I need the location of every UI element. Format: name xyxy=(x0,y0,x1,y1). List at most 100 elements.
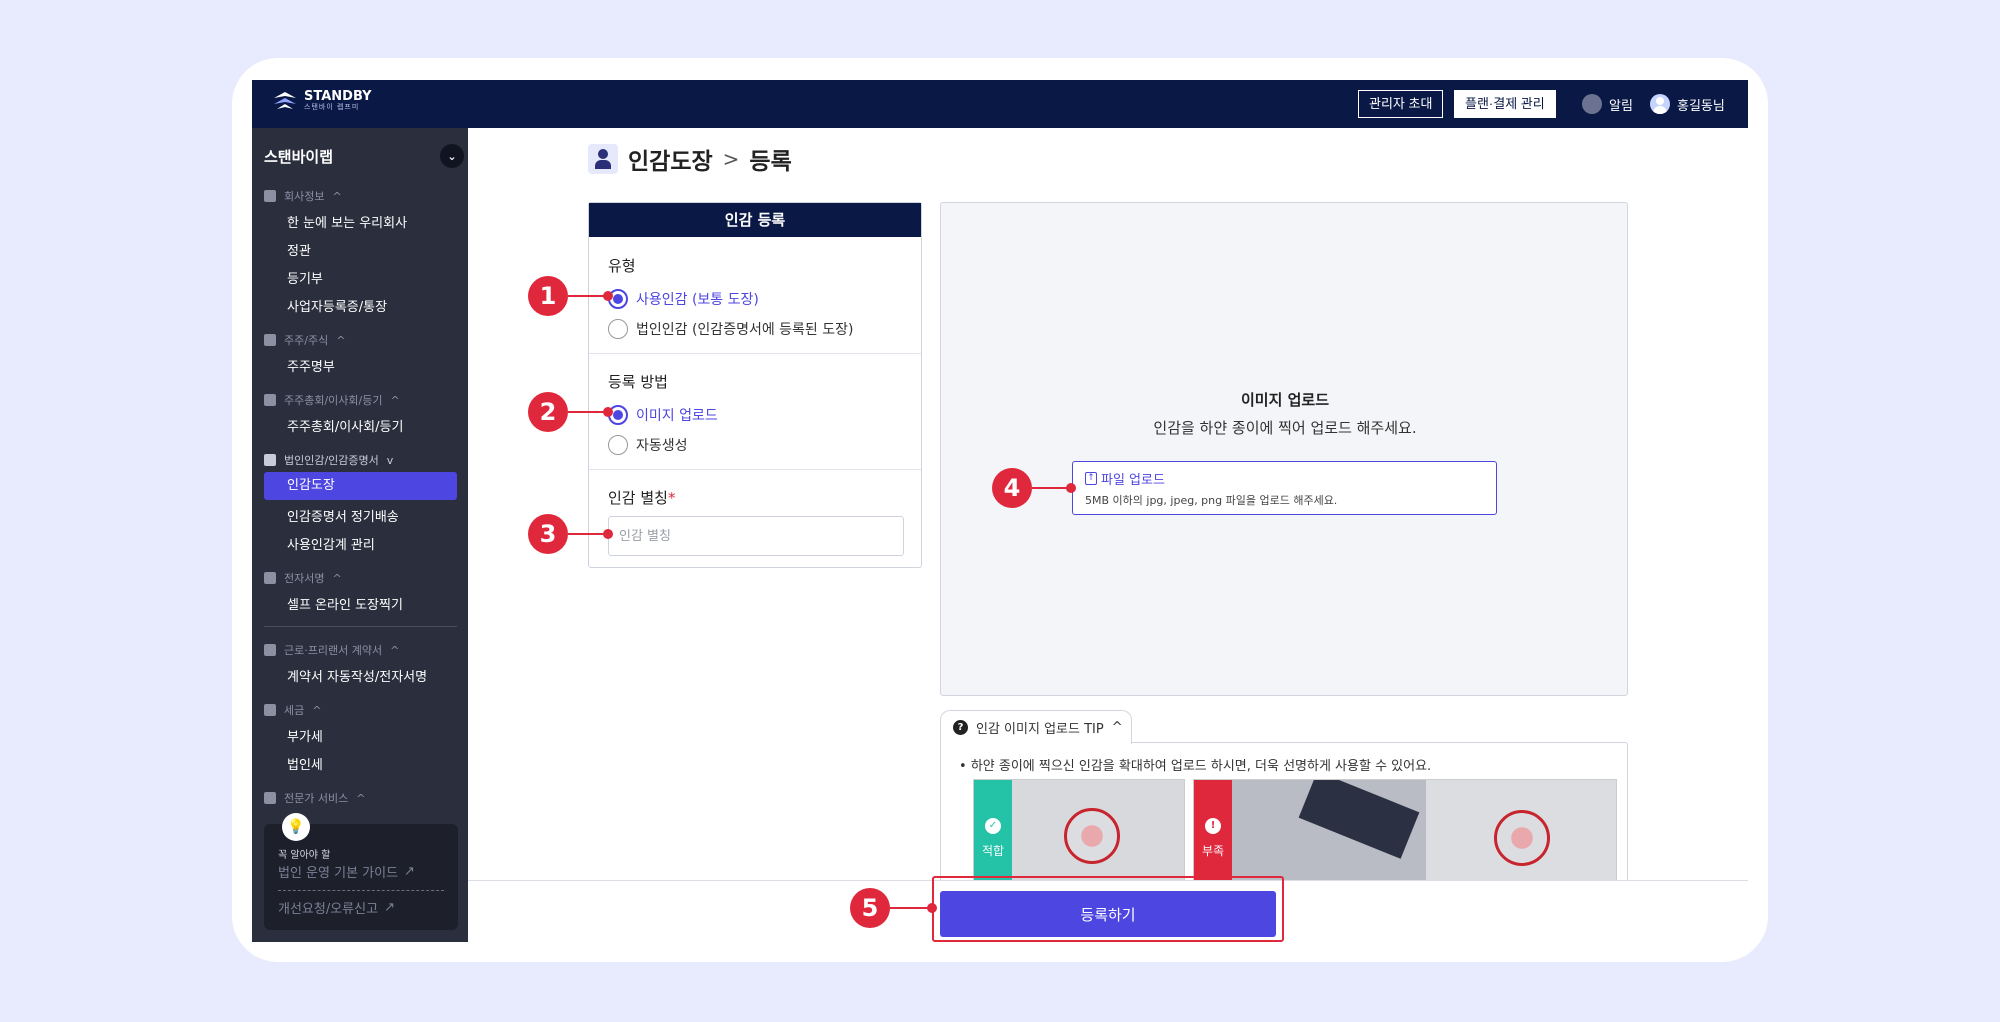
radio-usage-seal[interactable]: 사용인감 (보통 도장) xyxy=(608,284,923,314)
radio-auto-generate[interactable]: 자동생성 xyxy=(608,430,923,460)
sidebar-item-business-license[interactable]: 사업자등록증/통장 xyxy=(287,296,387,315)
annotation-badge-2: 2 xyxy=(528,392,568,432)
annotation-badge-1: 1 xyxy=(528,276,568,316)
sidebar-item-seal[interactable]: 인감도장 xyxy=(264,472,457,500)
alias-title-text: 인감 별칭 xyxy=(608,489,668,507)
upload-icon: ↑ xyxy=(1085,472,1097,485)
fieldset-divider xyxy=(589,353,921,354)
method-title: 등록 방법 xyxy=(608,373,668,391)
pen-icon xyxy=(264,572,276,584)
alert-icon: ! xyxy=(1205,818,1221,834)
file-upload-dropzone[interactable]: ↑ 파일 업로드 5MB 이하의 jpg, jpeg, png 파일을 업로드 해… xyxy=(1072,461,1497,515)
sidebar-section-meetings[interactable]: 주주총회/이사회/등기 ^ xyxy=(264,392,400,408)
app-screen: STANDBY 스탠바이 렙프미 관리자 초대 플랜·결제 관리 알림 홍길동님… xyxy=(252,80,1748,942)
user-menu[interactable]: 홍길동님 xyxy=(1650,92,1725,116)
expert-icon xyxy=(264,792,276,804)
chevron-up-icon: ^ xyxy=(312,703,322,717)
upload-title: 이미지 업로드 xyxy=(1240,391,1330,409)
sidebar-item-vat[interactable]: 부가세 xyxy=(287,726,323,745)
feedback-link[interactable]: 개선요청/오류신고 ↗ xyxy=(278,898,395,917)
invite-admin-button[interactable]: 관리자 초대 xyxy=(1358,90,1444,118)
check-icon: ✓ xyxy=(985,818,1001,834)
feedback-link-label: 개선요청/오류신고 xyxy=(278,902,379,917)
section-title: 법인인감/인감증명서 xyxy=(284,454,379,467)
radio-corporate-seal[interactable]: 법인인감 (인감증명서에 등록된 도장) xyxy=(608,314,923,344)
sidebar-section-expert[interactable]: 전문가 서비스 ^ xyxy=(264,790,365,806)
chevron-up-icon: ^ xyxy=(332,571,342,585)
fieldset-divider xyxy=(589,469,921,470)
sidebar-divider xyxy=(264,626,457,627)
brand-logo[interactable]: STANDBY 스탠바이 렙프미 xyxy=(272,90,372,112)
upload-subtitle: 인감을 하얀 종이에 찍어 업로드 해주세요. xyxy=(1153,419,1417,437)
annotation-dot xyxy=(603,291,613,301)
seal-registration-form: 인감 등록 유형 사용인감 (보통 도장) 법인인감 (인감증명서에 등록된 도… xyxy=(588,202,922,568)
sidebar-item-articles[interactable]: 정관 xyxy=(287,240,311,259)
external-link-icon: ↗ xyxy=(384,900,395,915)
annotation-line xyxy=(890,907,932,909)
sidebar-item-contracts[interactable]: 계약서 자동작성/전자서명 xyxy=(287,666,427,685)
file-upload-link[interactable]: ↑ 파일 업로드 xyxy=(1085,469,1165,488)
sidebar-item-self-stamp[interactable]: 셀프 온라인 도장찍기 xyxy=(287,594,403,613)
form-header: 인감 등록 xyxy=(589,203,921,237)
sidebar-item-registry[interactable]: 등기부 xyxy=(287,268,323,287)
sidebar-section-company[interactable]: 회사정보 ^ xyxy=(264,188,342,204)
chevron-up-icon: ^ xyxy=(356,791,366,805)
annotation-badge-4: 4 xyxy=(992,468,1032,508)
sidebar-item-seal-usage[interactable]: 사용인감계 관리 xyxy=(287,534,375,553)
section-title: 전자서명 xyxy=(284,572,325,585)
bad-example-image: ! 부족 xyxy=(1193,779,1617,889)
org-switcher[interactable]: 스탠바이랩 ⌄ xyxy=(264,142,464,170)
chevron-up-icon: ^ xyxy=(390,643,400,657)
grid-icon xyxy=(264,394,276,406)
annotation-line xyxy=(568,295,608,297)
guide-link-label: 법인 운영 기본 가이드 xyxy=(278,866,399,881)
chevron-down-icon[interactable]: ⌄ xyxy=(440,144,464,168)
required-mark: * xyxy=(667,489,676,507)
stamp-seal-image xyxy=(1494,810,1550,866)
plan-billing-button[interactable]: 플랜·결제 관리 xyxy=(1454,90,1556,118)
question-icon: ? xyxy=(953,720,968,735)
section-title: 주주총회/이사회/등기 xyxy=(284,394,383,407)
annotation-dot xyxy=(603,529,613,539)
alias-title: 인감 별칭* xyxy=(608,487,923,508)
external-link-icon: ↗ xyxy=(404,864,415,879)
chevron-up-icon: ^ xyxy=(390,393,400,407)
sidebar-item-shareholder-registry[interactable]: 주주명부 xyxy=(287,356,335,375)
breadcrumb-parent[interactable]: 인감도장 xyxy=(628,142,713,176)
page-title: 등록 xyxy=(749,149,792,175)
seal-alias-input[interactable] xyxy=(608,516,904,556)
sidebar-item-corporate-tax[interactable]: 법인세 xyxy=(287,754,323,773)
sidebar-section-shareholders[interactable]: 주주/주식 ^ xyxy=(264,332,345,348)
radio-image-upload[interactable]: 이미지 업로드 xyxy=(608,400,923,430)
bar-chart-icon xyxy=(264,334,276,346)
section-title: 주주/주식 xyxy=(284,334,329,347)
radio-label: 사용인감 (보통 도장) xyxy=(636,292,759,308)
sidebar-item-seal-certificate-delivery[interactable]: 인감증명서 정기배송 xyxy=(287,506,399,525)
radio-unselected-icon[interactable] xyxy=(608,319,628,339)
section-title: 세금 xyxy=(284,704,305,717)
sidebar-section-tax[interactable]: 세금 ^ xyxy=(264,702,321,718)
sidebar-section-contracts[interactable]: 근로·프리랜서 계약서 ^ xyxy=(264,642,399,658)
sidebar-section-seal[interactable]: 법인인감/인감증명서 v xyxy=(264,452,393,468)
corporate-guide-link[interactable]: 법인 운영 기본 가이드 ↗ xyxy=(278,862,415,881)
org-name: 스탠바이랩 xyxy=(264,147,334,166)
notifications-button[interactable]: 알림 xyxy=(1582,92,1633,116)
sidebar-item-company-overview[interactable]: 한 눈에 보는 우리회사 xyxy=(287,212,407,231)
upload-tip-toggle[interactable]: ? 인감 이미지 업로드 TIP ^ xyxy=(940,710,1132,744)
tax-icon xyxy=(264,704,276,716)
tip-tab-label: 인감 이미지 업로드 TIP xyxy=(976,722,1104,737)
sidebar-section-esign[interactable]: 전자서명 ^ xyxy=(264,570,342,586)
annotation-dot xyxy=(1066,483,1076,493)
guide-caption: 꼭 알아야 할 xyxy=(278,850,331,861)
breadcrumb: 인감도장 > 등록 xyxy=(588,142,792,176)
stamp-seal-image xyxy=(1064,808,1120,864)
sidebar-item-meetings[interactable]: 주주총회/이사회/등기 xyxy=(287,416,403,435)
tip-text: • 하얀 종이에 찍으신 인감을 확대하여 업로드 하시면, 더욱 선명하게 사… xyxy=(959,759,1432,774)
radio-label: 법인인감 (인감증명서에 등록된 도장) xyxy=(636,322,854,338)
top-navigation-bar: STANDBY 스탠바이 렙프미 관리자 초대 플랜·결제 관리 알림 홍길동님 xyxy=(252,80,1748,128)
chevron-up-icon: ^ xyxy=(1111,720,1123,735)
person-icon xyxy=(264,454,276,466)
radio-unselected-icon[interactable] xyxy=(608,435,628,455)
brand-name: STANDBY xyxy=(304,89,372,104)
good-example-image: ✓ 적합 xyxy=(973,779,1185,889)
